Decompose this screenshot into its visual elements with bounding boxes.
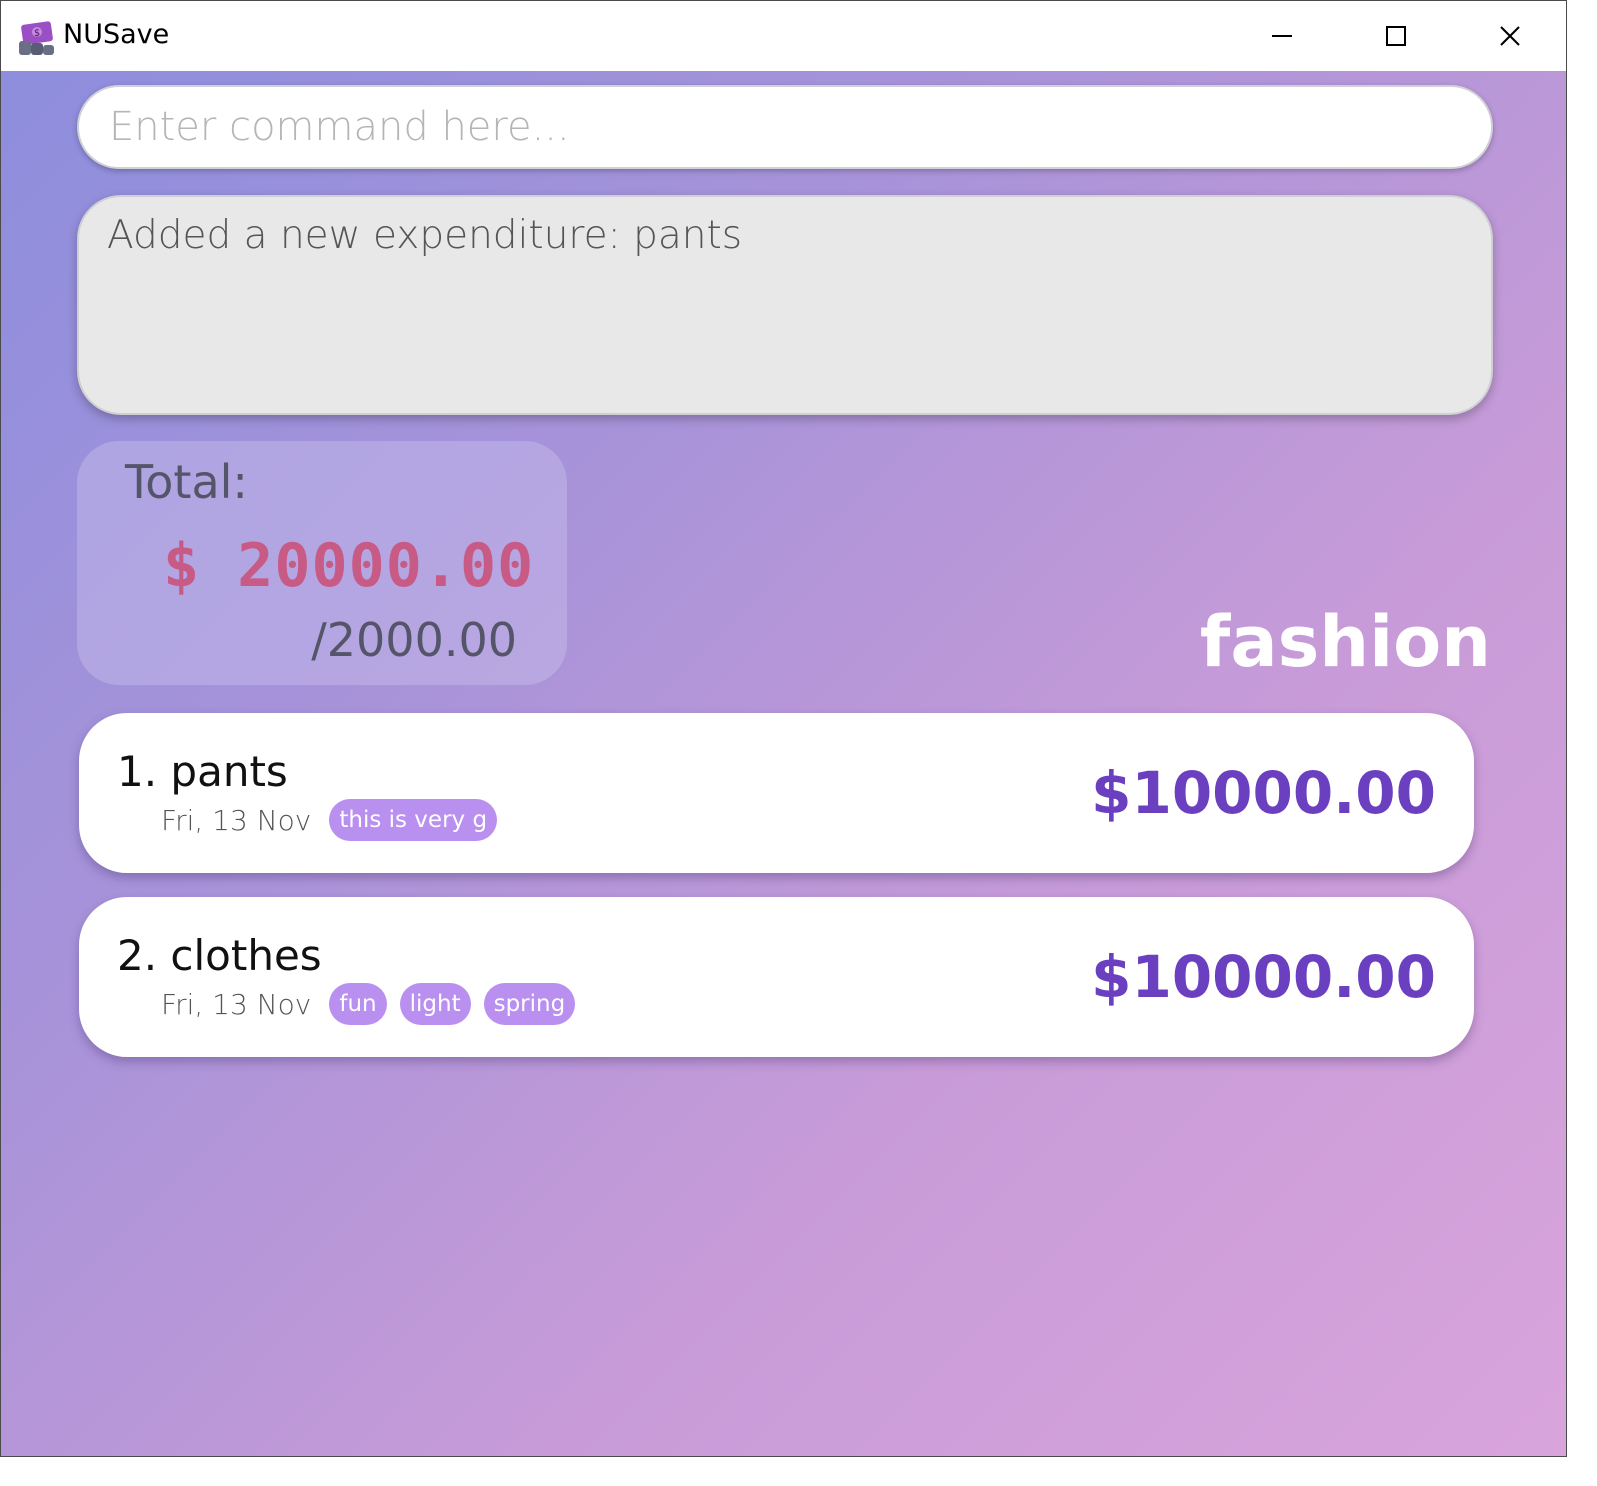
expenditure-meta: Fri, 13 Nov this is very g xyxy=(161,799,510,841)
expenditure-card[interactable]: 2. clothes Fri, 13 Nov fun light spring … xyxy=(79,897,1474,1057)
expenditure-card[interactable]: 1. pants Fri, 13 Nov this is very g $100… xyxy=(79,713,1474,873)
tag-chip: this is very g xyxy=(329,799,498,841)
total-summary-panel: Total: $ 20000.00 /2000.00 xyxy=(77,441,567,685)
command-input[interactable] xyxy=(77,85,1493,169)
budget-amount: /2000.00 xyxy=(311,613,517,667)
app-window: $ NUSave Added a new exp xyxy=(0,0,1567,1457)
expenditure-title: 2. clothes xyxy=(117,931,322,980)
category-title: fashion xyxy=(1199,601,1491,683)
expenditure-amount: $10000.00 xyxy=(1091,759,1436,827)
minimize-button[interactable] xyxy=(1225,1,1339,71)
minimize-icon xyxy=(1272,35,1292,37)
result-display[interactable]: Added a new expenditure: pants xyxy=(77,195,1493,415)
close-icon xyxy=(1500,26,1520,46)
result-message: Added a new expenditure: pants xyxy=(107,213,743,258)
expenditure-date: Fri, 13 Nov xyxy=(161,803,312,837)
expenditure-meta: Fri, 13 Nov fun light spring xyxy=(161,983,588,1025)
expenditure-amount: $10000.00 xyxy=(1091,943,1436,1011)
maximize-icon xyxy=(1386,26,1406,46)
title-bar[interactable]: $ NUSave xyxy=(1,1,1566,71)
tag-chip: spring xyxy=(483,983,576,1025)
tag-chip: light xyxy=(399,983,471,1025)
main-content: Added a new expenditure: pants Total: $ … xyxy=(1,71,1566,1456)
total-amount: $ 20000.00 xyxy=(163,531,535,601)
total-label: Total: xyxy=(125,455,248,509)
close-button[interactable] xyxy=(1453,1,1566,71)
tag-chip: fun xyxy=(329,983,387,1025)
svg-text:$: $ xyxy=(34,28,40,39)
maximize-button[interactable] xyxy=(1339,1,1453,71)
expenditure-title: 1. pants xyxy=(117,747,288,796)
window-title: NUSave xyxy=(63,19,170,50)
expenditure-date: Fri, 13 Nov xyxy=(161,987,312,1021)
wallet-icon: $ xyxy=(17,17,57,57)
